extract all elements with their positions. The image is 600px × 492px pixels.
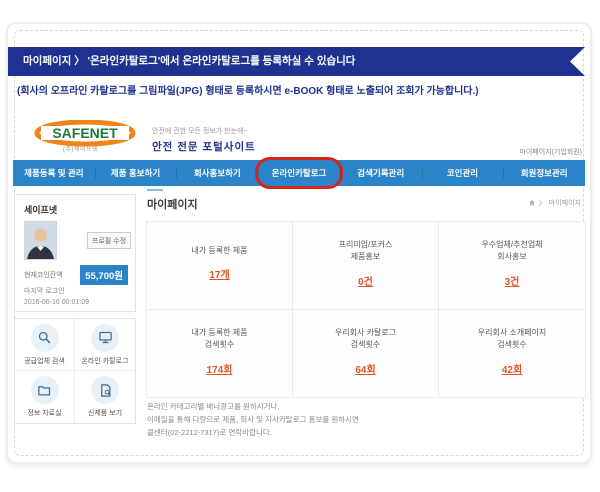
contact-notice-line: 온라인 카테고리별 배너광고를 원하시거나, [147,401,359,414]
stat-label: 우리회사 카탈로그 [335,327,396,339]
stat-label: 검색횟수 [351,339,380,351]
coin-label: 현재코인잔액 [24,270,63,280]
main-nav: 제품등록 및 관리 제품 홍보하기 회사홍보하기 온라인카탈로그 검색기록관리 … [13,160,585,186]
stat-label: 우수업체/추천업체 [481,239,542,251]
nav-item-search-history[interactable]: 검색기록관리 [340,160,422,186]
coin-row: 현재코인잔액 55,700원 [24,265,128,285]
contact-notice-line: 이메일을 통해 다량으로 제품, 회사 및 자사카탈로그 홍보를 원하시면 [147,414,359,427]
stat-label: 검색횟수 [497,339,526,351]
notice-subtitle: (회사의 오프라인 카탈로그를 그림파일(JPG) 형태로 등록하시면 e-BO… [17,82,577,97]
stat-company-page-search-count: 우리회사 소개페이지 검색횟수 42회 [439,310,585,398]
last-login-value: 2016-06-16 00:01:09 [24,298,89,309]
last-login-label: 마지막 로그인 [24,287,89,298]
stat-label: 프리미엄/포커스 [339,239,393,251]
profile-box: 세이프넷 프로필 수정 현재코인잔액 55,700원 마지막 로그인 2016-… [14,194,136,312]
stat-label: 회사홍보 [497,251,526,263]
tagline-main: 안전 전문 포털사이트 [152,139,256,154]
breadcrumb-current: 마이페이지 [549,198,581,208]
nav-item-online-catalog-label: 온라인카탈로그 [272,167,327,179]
user-type-label: 마이페이지(기업회원) [519,147,582,157]
stat-value-link[interactable]: 3건 [505,273,520,288]
profile-photo [24,221,57,260]
breadcrumb-separator: 〉 [539,198,546,208]
tagline: 안전에 관한 모든 정보가 한눈에~ 안전 전문 포털사이트 [152,126,256,154]
stat-catalog-search-count: 우리회사 카탈로그 검색횟수 64회 [293,310,439,398]
home-icon[interactable] [528,199,536,207]
nav-item-member-info[interactable]: 회원정보관리 [503,160,585,186]
stat-label: 내가 등록한 제품 [192,327,248,339]
quick-menu-info-library[interactable]: 정보 자료실 [15,371,75,423]
profile-edit-button[interactable]: 프로필 수정 [87,232,131,249]
title-accent-line [147,189,163,191]
tagline-small: 안전에 관한 모든 정보가 한눈에~ [152,126,256,136]
contact-notice-line: 콜센터(02-2212-7317)로 연락바랍니다. [147,427,359,440]
stat-registered-products: 내가 등록한 제품 17개 [147,222,293,310]
stat-label: 우리회사 소개페이지 [478,327,546,339]
folder-icon [31,376,59,404]
quick-menu-supplier-search[interactable]: 공급업체 검색 [15,319,75,371]
stat-value-link[interactable]: 0건 [358,273,373,288]
nav-item-product-register[interactable]: 제품등록 및 관리 [13,160,95,186]
nav-item-company-promo[interactable]: 회사홍보하기 [176,160,258,186]
quick-menu-online-catalog[interactable]: 온라인 카탈로그 [75,319,135,371]
monitor-icon [91,324,119,352]
last-login: 마지막 로그인 2016-06-16 00:01:09 [24,287,89,308]
page: 마이페이지 〉 '온라인카탈로그'에서 온라인카탈로그를 등록하실 수 있습니다… [0,0,600,492]
logo-subtext: (주)세이프넷 [63,144,98,153]
stat-label: 검색횟수 [205,339,234,351]
stat-excellent-company-promo: 우수업체/추천업체 회사홍보 3건 [439,222,585,310]
search-icon [31,324,59,352]
stat-product-search-count: 내가 등록한 제품 검색횟수 174회 [147,310,293,398]
nav-item-online-catalog[interactable]: 온라인카탈로그 [258,160,340,186]
contact-notice: 온라인 카테고리별 배너광고를 원하시거나, 이메일을 통해 다량으로 제품, … [147,401,359,439]
stat-premium-focus-promo: 프리미엄/포커스 제품홍보 0건 [293,222,439,310]
notice-ribbon-text: 마이페이지 〉 '온라인카탈로그'에서 온라인카탈로그를 등록하실 수 있습니다 [23,55,355,67]
nav-item-product-promo[interactable]: 제품 홍보하기 [95,160,177,186]
stat-value-link[interactable]: 17개 [209,266,229,281]
stats-table: 내가 등록한 제품 17개 프리미엄/포커스 제품홍보 0건 우수업체/추천업체… [146,221,586,398]
stat-value-link[interactable]: 174회 [207,361,233,376]
stat-value-link[interactable]: 42회 [502,361,522,376]
safenet-logo[interactable]: SAFENET (주)세이프넷 [33,120,141,156]
quick-menu: 공급업체 검색 온라인 카탈로그 정보 자료실 신제품 보기 [14,318,136,424]
quick-menu-label: 신제품 보기 [88,408,122,418]
profile-company-name: 세이프넷 [24,203,126,216]
new-product-icon [91,376,119,404]
notice-ribbon: 마이페이지 〉 '온라인카탈로그'에서 온라인카탈로그를 등록하실 수 있습니다 [8,47,585,76]
page-title: 마이페이지 [147,196,198,212]
stat-label: 제품홍보 [351,251,380,263]
stat-value-link[interactable]: 64회 [355,361,375,376]
nav-item-coin-manage[interactable]: 코인관리 [422,160,504,186]
quick-menu-label: 정보 자료실 [27,408,61,418]
svg-text:SAFENET: SAFENET [52,125,118,141]
quick-menu-label: 공급업체 검색 [24,356,65,366]
quick-menu-new-products[interactable]: 신제품 보기 [75,371,135,423]
stat-label: 내가 등록한 제품 [192,245,248,257]
breadcrumb: 〉 마이페이지 [528,198,581,208]
quick-menu-label: 온라인 카탈로그 [81,356,128,366]
coin-balance-badge: 55,700원 [80,265,128,285]
